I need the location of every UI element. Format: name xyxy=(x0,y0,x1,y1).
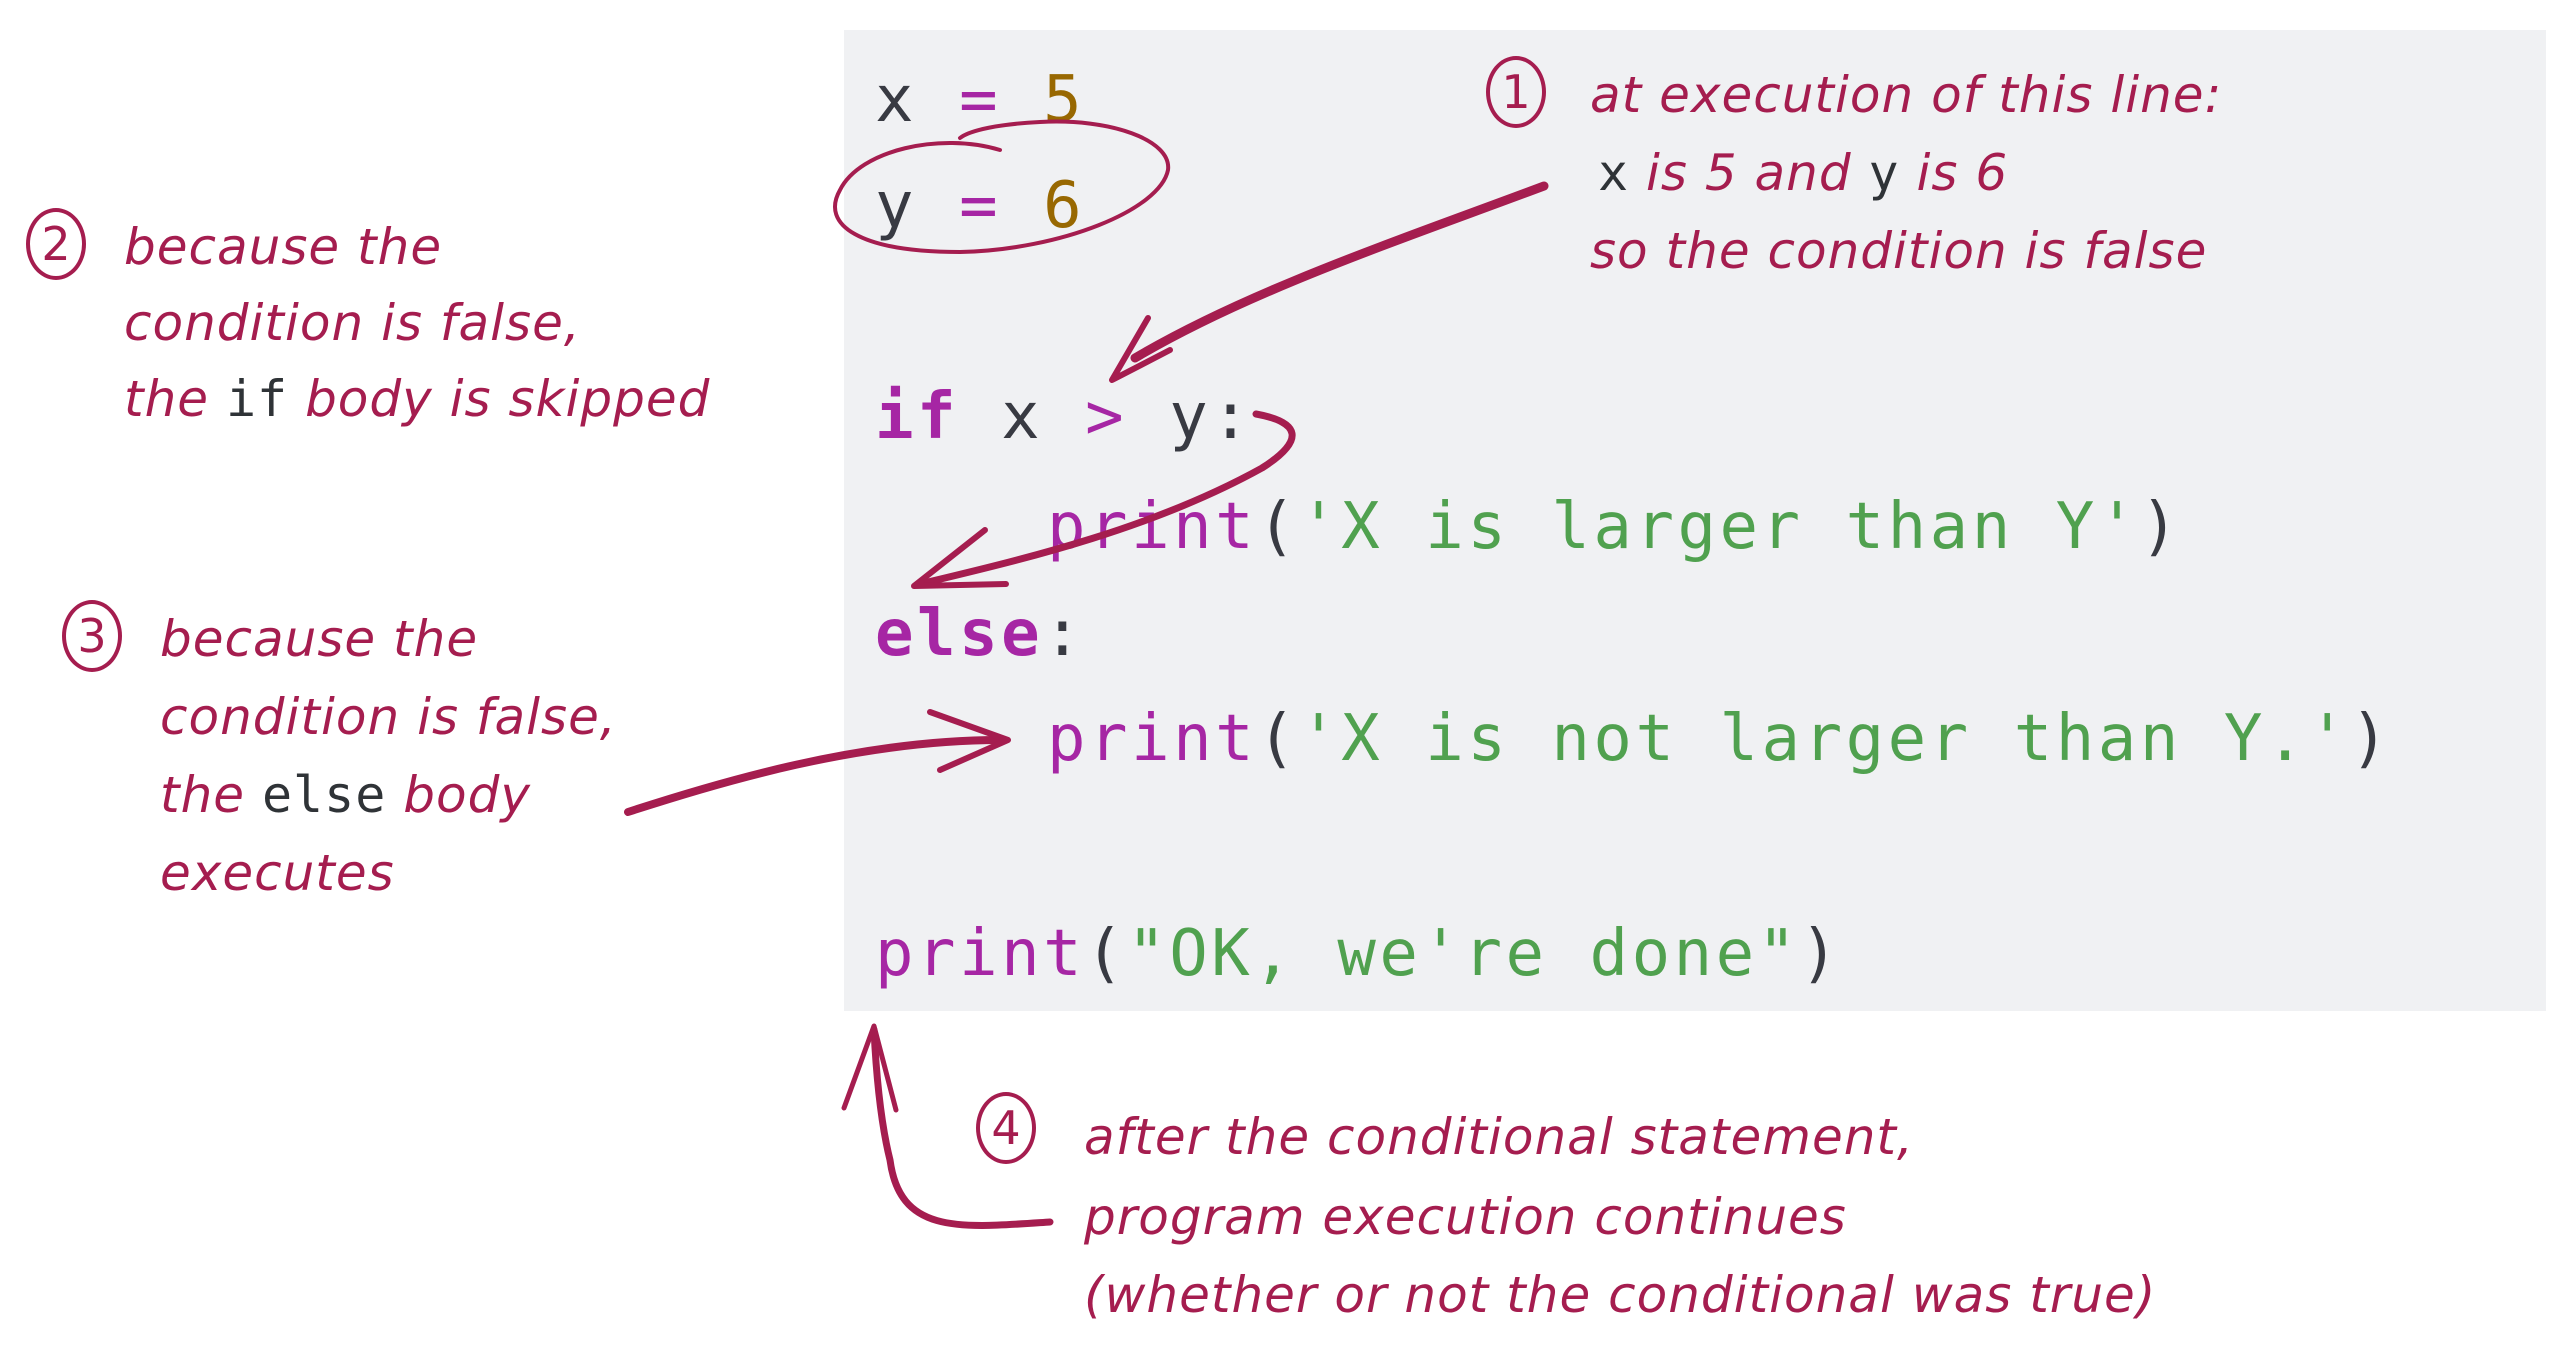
step-2-badge: 2 xyxy=(26,208,86,280)
code-token-op: = xyxy=(959,169,1002,243)
code-token-str: 'X is not larger than Y.' xyxy=(1299,702,2350,776)
annotation-4-line-2: program execution continues xyxy=(1084,1188,1847,1246)
code-line-x-assign: x = 5 xyxy=(875,68,1085,132)
annotation-3-line-4: executes xyxy=(160,844,395,902)
code-line-y-assign: y = 6 xyxy=(875,174,1085,238)
annotation-3-text: the xyxy=(160,766,262,824)
annotation-3-line-1: because the xyxy=(160,610,479,668)
var-y: y xyxy=(1868,144,1900,202)
annotation-4-line-3: (whether or not the conditional was true… xyxy=(1084,1266,2157,1324)
code-line-final-print: print("OK, we're done") xyxy=(875,922,1842,986)
code-token-fn: print xyxy=(875,917,1086,991)
code-token-fn: print xyxy=(1047,702,1258,776)
code-token-op: = xyxy=(959,63,1002,137)
code-token-punc: ) xyxy=(1799,917,1842,991)
code-token-num: 6 xyxy=(1043,169,1086,243)
code-token-str: 'X is larger than Y' xyxy=(1299,490,2140,564)
code-token-punc: : xyxy=(1043,597,1086,671)
step-3-badge: 3 xyxy=(62,600,122,672)
code-line-else-body: print('X is not larger than Y.') xyxy=(1047,707,2392,771)
annotation-1-line-2: x is 5 and y is 6 xyxy=(1598,148,2008,198)
annotation-1-text-end: is 6 xyxy=(1899,144,2009,202)
var-x: x xyxy=(1598,144,1630,202)
code-token-kw: else xyxy=(875,597,1044,671)
code-token: y: xyxy=(1127,380,1254,454)
annotation-3-text-end: body xyxy=(386,766,531,824)
annotation-2-text: the xyxy=(124,370,226,428)
code-token-punc: x xyxy=(875,63,918,137)
code-token: x xyxy=(959,380,1086,454)
annotation-2-text-end: body is skipped xyxy=(288,370,711,428)
code-token-fn: print xyxy=(1047,490,1258,564)
code-token-punc: ) xyxy=(2349,702,2392,776)
annotation-4-line-1: after the conditional statement, xyxy=(1084,1108,1914,1166)
arrow-4-head xyxy=(841,1023,899,1113)
step-1-badge: 1 xyxy=(1486,56,1546,128)
code-token-op: > xyxy=(1085,380,1128,454)
step-4-badge: 4 xyxy=(976,1092,1036,1164)
code-token-punc: ( xyxy=(1085,917,1128,991)
code-line-else: else: xyxy=(875,602,1085,666)
code-token-str: "OK, we're done" xyxy=(1127,917,1800,991)
code-token-num: 5 xyxy=(1043,63,1086,137)
annotation-3-line-2: condition is false, xyxy=(160,688,617,746)
code-token-punc: ) xyxy=(2139,490,2182,564)
code-token-punc: y xyxy=(875,169,918,243)
annotation-1-line-3: so the condition is false xyxy=(1590,222,2208,280)
annotation-3-line-3: the else body xyxy=(160,770,531,820)
keyword-else: else xyxy=(261,766,387,824)
code-token-kw: if xyxy=(875,380,960,454)
annotation-1-text: is 5 and xyxy=(1629,144,1869,202)
code-line-if: if x > y: xyxy=(875,385,1253,449)
annotation-2-line-1: because the xyxy=(124,218,443,276)
code-token-punc: ( xyxy=(1257,702,1300,776)
annotation-1-line-1: at execution of this line: xyxy=(1590,66,2223,124)
code-token-punc: ( xyxy=(1257,490,1300,564)
code-line-if-body: print('X is larger than Y') xyxy=(1047,495,2182,559)
annotation-2-line-2: condition is false, xyxy=(124,294,581,352)
annotation-2-line-3: the if body is skipped xyxy=(124,374,710,424)
keyword-if: if xyxy=(225,370,289,428)
